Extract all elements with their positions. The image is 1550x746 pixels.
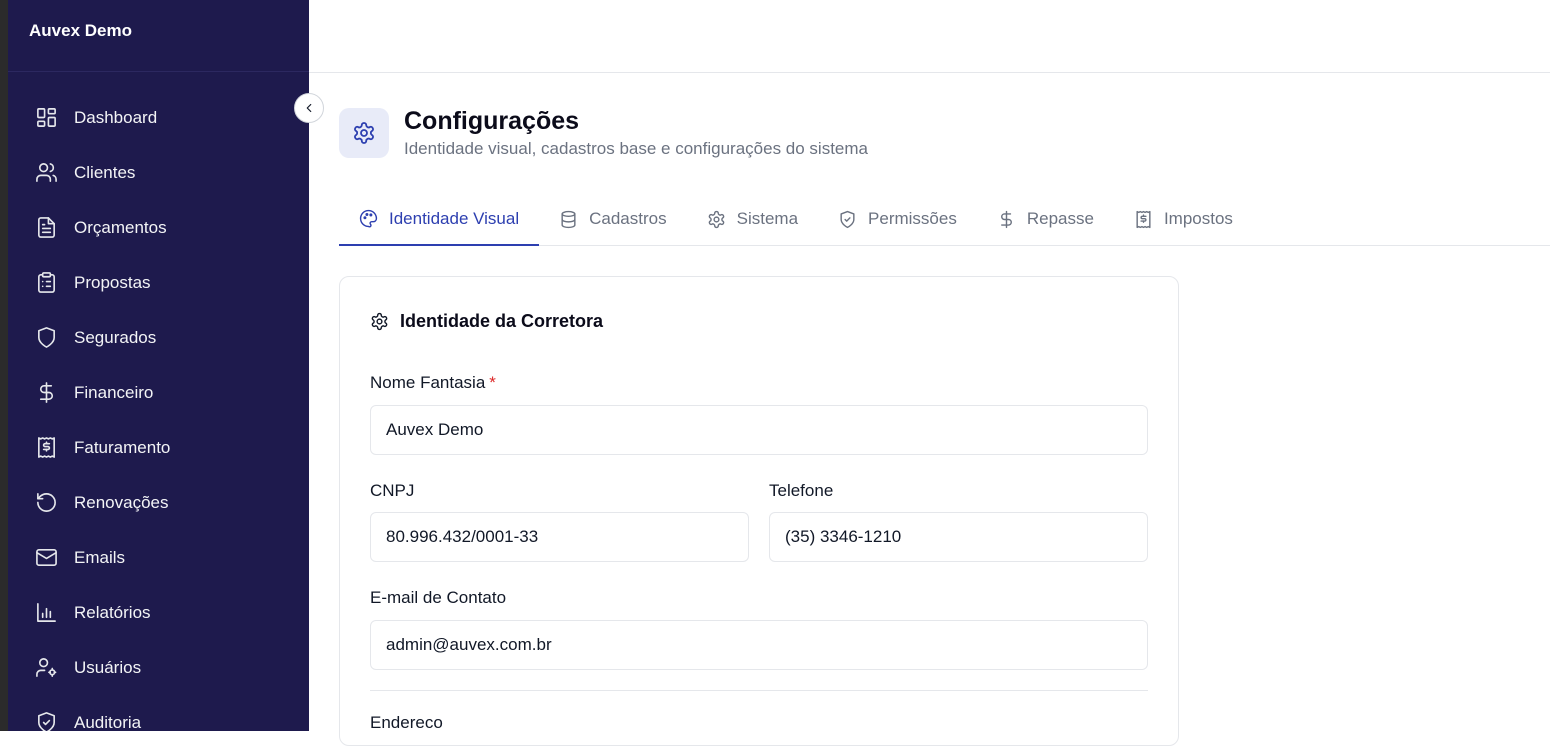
- sidebar-item-propostas[interactable]: Propostas: [8, 255, 309, 310]
- card-title: Identidade da Corretora: [370, 311, 603, 332]
- sidebar-item-label: Faturamento: [74, 437, 171, 457]
- sidebar-item-dashboard[interactable]: Dashboard: [8, 90, 309, 145]
- nome-fantasia-label-text: Nome Fantasia: [370, 373, 486, 392]
- sidebar-item-label: Relatórios: [74, 602, 151, 622]
- sidebar-item-label: Dashboard: [74, 107, 158, 127]
- sidebar-collapse-button[interactable]: [294, 93, 324, 123]
- settings-tabs: Identidade Visual Cadastros Sistema Perm…: [339, 193, 1550, 246]
- required-mark: *: [489, 373, 496, 392]
- email-label: E-mail de Contato: [370, 588, 507, 607]
- tab-label: Repasse: [1026, 209, 1094, 228]
- sidebar-item-label: Auditoria: [74, 712, 142, 732]
- gear-icon: [354, 122, 374, 144]
- gear-icon: [708, 210, 724, 228]
- tab-label: Permissões: [868, 209, 957, 228]
- shield-check-icon: [840, 210, 855, 228]
- users-icon: [34, 161, 58, 185]
- receipt-icon: [1136, 210, 1151, 228]
- sidebar-item-label: Segurados: [74, 327, 157, 347]
- tab-label: Cadastros: [589, 209, 667, 228]
- sidebar-item-financeiro[interactable]: Financeiro: [8, 365, 309, 420]
- telefone-label: Telefone: [769, 481, 834, 500]
- tab-label: Identidade Visual: [389, 208, 520, 228]
- sidebar-item-emails[interactable]: Emails: [8, 530, 309, 585]
- sidebar-item-orcamentos[interactable]: Orçamentos: [8, 200, 309, 255]
- mail-icon: [34, 546, 58, 570]
- file-text-icon: [34, 216, 58, 240]
- settings-header-icon: [339, 108, 389, 158]
- sidebar-item-renovacoes[interactable]: Renovações: [8, 475, 309, 530]
- rotate-ccw-icon: [34, 491, 58, 515]
- email-input[interactable]: [370, 620, 1148, 670]
- page-subtitle: Identidade visual, cadastros base e conf…: [404, 139, 868, 158]
- cnpj-label: CNPJ: [370, 481, 415, 500]
- sidebar-item-label: Renovações: [74, 492, 169, 512]
- clipboard-icon: [34, 271, 58, 295]
- brand-logo[interactable]: Auvex Demo: [8, 0, 309, 72]
- nome-fantasia-input[interactable]: [370, 405, 1148, 455]
- user-cog-icon: [34, 656, 58, 680]
- gear-icon: [371, 312, 388, 331]
- brand-name: Auvex Demo: [29, 20, 132, 40]
- identity-card: Identidade da Corretora Nome Fantasia* C…: [339, 276, 1179, 746]
- chevron-left-icon: [306, 103, 312, 113]
- tab-permissoes[interactable]: Permissões: [818, 193, 977, 245]
- sidebar-item-label: Propostas: [74, 272, 151, 292]
- main-content: Configurações Identidade visual, cadastr…: [309, 73, 1550, 746]
- sidebar-item-auditoria[interactable]: Auditoria: [8, 695, 309, 731]
- palette-icon: [359, 209, 378, 228]
- sidebar-item-clientes[interactable]: Clientes: [8, 145, 309, 200]
- sidebar-nav: Dashboard Clientes Orçamentos Propostas …: [8, 72, 309, 731]
- card-title-text: Identidade da Corretora: [400, 311, 604, 331]
- tab-impostos[interactable]: Impostos: [1114, 193, 1253, 245]
- sidebar-item-faturamento[interactable]: Faturamento: [8, 420, 309, 475]
- page-header: Configurações Identidade visual, cadastr…: [339, 107, 868, 159]
- tab-label: Sistema: [736, 209, 799, 228]
- sidebar-item-label: Orçamentos: [74, 217, 167, 237]
- sidebar-item-segurados[interactable]: Segurados: [8, 310, 309, 365]
- tab-repasse[interactable]: Repasse: [977, 193, 1114, 245]
- bar-chart-icon: [34, 601, 58, 625]
- shield-icon: [34, 326, 58, 350]
- sidebar-item-label: Clientes: [74, 162, 136, 182]
- dollar-icon: [1000, 210, 1012, 228]
- database-icon: [561, 210, 576, 228]
- top-bar: [309, 0, 1550, 73]
- dashboard-icon: [34, 106, 58, 130]
- window-edge: [0, 0, 8, 731]
- tab-sistema[interactable]: Sistema: [687, 193, 818, 245]
- sidebar-item-label: Financeiro: [74, 382, 154, 402]
- sidebar: Auvex Demo Dashboard Clientes Orçamentos…: [8, 0, 309, 731]
- cnpj-input[interactable]: [370, 512, 749, 562]
- dollar-icon: [34, 381, 58, 405]
- telefone-input[interactable]: [769, 512, 1148, 562]
- tab-label: Impostos: [1163, 209, 1233, 228]
- endereco-label: Endereco: [370, 713, 443, 732]
- section-divider: [370, 690, 1148, 691]
- receipt-icon: [34, 436, 58, 460]
- sidebar-item-relatorios[interactable]: Relatórios: [8, 585, 309, 640]
- tab-cadastros[interactable]: Cadastros: [539, 193, 686, 245]
- sidebar-item-label: Usuários: [74, 657, 142, 677]
- tab-identidade-visual[interactable]: Identidade Visual: [339, 193, 540, 246]
- sidebar-item-usuarios[interactable]: Usuários: [8, 640, 309, 695]
- sidebar-item-label: Emails: [74, 547, 126, 567]
- page-title: Configurações: [404, 107, 580, 135]
- shield-check-icon: [34, 711, 58, 731]
- nome-fantasia-label: Nome Fantasia *: [370, 373, 496, 393]
